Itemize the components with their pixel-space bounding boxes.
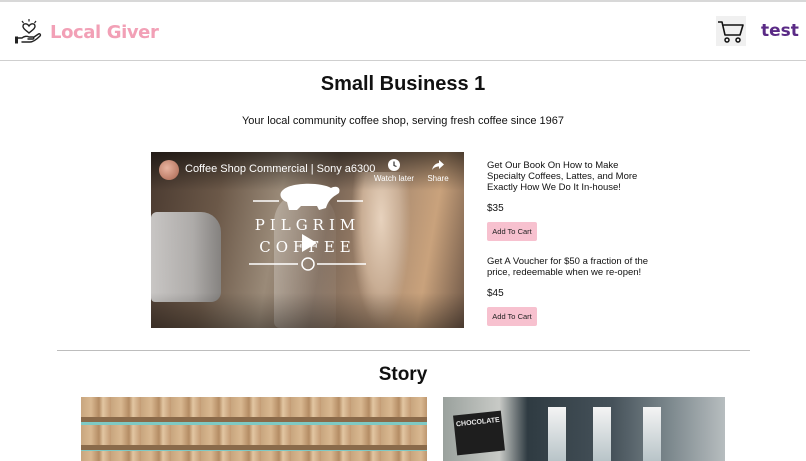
heart-in-hand-icon	[15, 19, 42, 44]
brand-link[interactable]: Local Giver	[14, 16, 159, 48]
product-item: Get A Voucher for $50 a fraction of the …	[487, 256, 657, 326]
story-photo-coffee-bags	[81, 397, 427, 461]
clock-icon	[388, 159, 400, 171]
product-price: $35	[487, 203, 504, 214]
user-menu[interactable]: test	[761, 21, 799, 41]
add-to-cart-button[interactable]: Add To Cart	[487, 307, 537, 326]
video-title[interactable]: Coffee Shop Commercial | Sony a6300	[185, 163, 375, 175]
product-list: Get Our Book On How to Make Specialty Co…	[487, 160, 657, 326]
product-item: Get Our Book On How to Make Specialty Co…	[487, 160, 657, 241]
navbar: Local Giver test	[0, 2, 806, 61]
play-icon[interactable]	[296, 231, 320, 255]
add-to-cart-button[interactable]: Add To Cart	[487, 222, 537, 241]
share-arrow-icon	[432, 160, 444, 170]
product-price: $45	[487, 288, 504, 299]
story-photo-storefront: CHOCOLATE	[443, 397, 725, 461]
product-name: Get Our Book On How to Make Specialty Co…	[487, 160, 638, 193]
storefront-sign: CHOCOLATE	[453, 410, 505, 456]
section-divider	[57, 350, 750, 351]
story-heading: Story	[378, 364, 428, 385]
product-name: Get A Voucher for $50 a fraction of the …	[487, 256, 649, 278]
video-player[interactable]: Coffee Shop Commercial | Sony a6300 Watc…	[151, 152, 464, 328]
business-name: Small Business 1	[320, 73, 486, 95]
business-tagline: Your local community coffee shop, servin…	[241, 115, 565, 127]
channel-avatar[interactable]	[159, 160, 179, 180]
shopping-cart-icon[interactable]	[716, 16, 746, 46]
brand-name: Local Giver	[50, 21, 159, 43]
